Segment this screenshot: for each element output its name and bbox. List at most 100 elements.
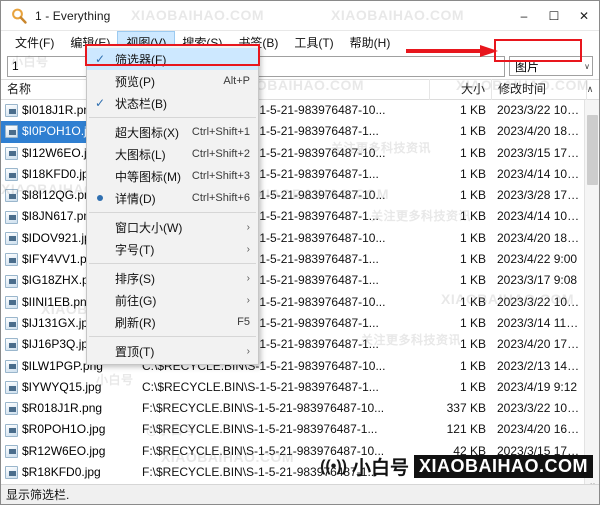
filter-combo-value: 图片: [515, 59, 540, 74]
view-dropdown-menu[interactable]: ✓ 筛选器(F) 预览(P) Alt+P ✓ 状态栏(B) 超大图标(X) Ctrl+Shif…: [86, 45, 259, 365]
cell-date: 2023/3/17 9:08: [497, 273, 578, 288]
menu-file[interactable]: 文件(F): [7, 32, 62, 53]
menu-option[interactable]: ✓ 状态栏(B): [87, 92, 258, 114]
menu-option[interactable]: ✓ 筛选器(F): [87, 48, 258, 70]
cell-path: C:\$RECYCLE.BIN\S-1-5-21-983976487-1...: [142, 379, 379, 394]
file-name-label: $I18KFD0.jpg: [22, 166, 96, 181]
cell-date: 2023/4/20 18:05: [497, 230, 584, 245]
menu-option[interactable]: 详情(D) Ctrl+Shift+6: [87, 187, 258, 209]
file-name-label: $R12W6EO.jpg: [22, 443, 106, 458]
file-icon: [5, 210, 18, 224]
menu-option-label: 排序(S): [115, 271, 155, 286]
close-button[interactable]: ✕: [569, 1, 599, 31]
file-icon: [5, 338, 18, 352]
table-row[interactable]: $R18KFD0.jpg F:\$RECYCLE.BIN\S-1-5-21-983…: [1, 462, 599, 483]
cell-date: 2023/4/14 10:16: [497, 465, 584, 480]
cell-name[interactable]: $IYWYQ15.jpg: [1, 377, 136, 398]
menu-tools[interactable]: 工具(T): [286, 32, 341, 53]
menu-option-shortcut: F5: [237, 316, 250, 328]
menu-option-label: 中等图标(M): [115, 169, 181, 184]
cell-path: F:\$RECYCLE.BIN\S-1-5-21-983976487-1...: [142, 465, 378, 480]
menu-separator: [89, 212, 256, 213]
table-row[interactable]: $R12W6EO.jpg F:\$RECYCLE.BIN\S-1-5-21-983…: [1, 441, 599, 462]
chevron-down-icon: ∨: [584, 61, 590, 71]
magnifier-icon: [7, 4, 31, 28]
cell-size: 1 KB: [459, 188, 486, 203]
column-header-date[interactable]: 修改时间: [492, 79, 587, 100]
menu-option[interactable]: 刷新(R) F5: [87, 311, 258, 333]
cell-path: F:\$RECYCLE.BIN\S-1-5-21-983976487-10...: [142, 401, 385, 416]
file-name-label: $R018J1R.png: [22, 401, 103, 416]
cell-date: 2023/4/20 16:32: [497, 422, 584, 437]
menu-option-shortcut: Ctrl+Shift+1: [191, 126, 250, 138]
file-name-label: $R0POH1O.jpg: [22, 422, 106, 437]
scroll-up-icon[interactable]: ∧: [584, 84, 596, 95]
menu-option[interactable]: 超大图标(X) Ctrl+Shift+1: [87, 121, 258, 143]
cell-name[interactable]: $R12W6EO.jpg: [1, 441, 136, 462]
file-name-label: $R18KFD0.jpg: [22, 465, 101, 480]
cell-size: 1 KB: [459, 315, 486, 330]
status-text: 显示筛选栏.: [6, 488, 70, 502]
cell-size: 1 KB: [459, 166, 486, 181]
menu-separator: [89, 117, 256, 118]
cell-date: 2023/3/15 17:39: [497, 145, 584, 160]
menu-option-shortcut: Ctrl+Shift+6: [191, 192, 250, 204]
table-row[interactable]: $IYWYQ15.jpg C:\$RECYCLE.BIN\S-1-5-21-983…: [1, 377, 599, 398]
title-bar: 1 - Everything – ☐ ✕: [1, 1, 599, 31]
cell-date: 2023/4/22 9:00: [497, 252, 578, 267]
menu-option-label: 前往(G): [115, 293, 157, 308]
filter-combo[interactable]: 图片 ∨: [509, 56, 593, 76]
menu-option[interactable]: 窗口大小(W) ›: [87, 216, 258, 238]
menu-option-label: 预览(P): [115, 74, 155, 89]
file-icon: [5, 146, 18, 160]
menu-option[interactable]: 中等图标(M) Ctrl+Shift+3: [87, 165, 258, 187]
menu-option[interactable]: 排序(S) ›: [87, 267, 258, 289]
cell-date: 2023/4/14 10:17: [497, 166, 584, 181]
chevron-right-icon: ›: [246, 272, 250, 284]
cell-name[interactable]: $R18KFD0.jpg: [1, 462, 136, 483]
scrollbar-thumb[interactable]: [587, 115, 598, 185]
vertical-scrollbar[interactable]: ∨: [584, 100, 599, 493]
file-icon: [5, 423, 18, 437]
file-icon: [5, 231, 18, 245]
cell-name[interactable]: $R018J1R.png: [1, 398, 136, 419]
menu-separator: [89, 336, 256, 337]
menu-option[interactable]: 置顶(T) ›: [87, 340, 258, 362]
menu-option-shortcut: Ctrl+Shift+3: [191, 170, 250, 182]
file-icon: [5, 104, 18, 118]
cell-size: 1 KB: [459, 209, 486, 224]
minimize-button[interactable]: –: [509, 1, 539, 31]
check-icon: ✓: [95, 52, 106, 66]
chevron-right-icon: ›: [246, 221, 250, 233]
file-icon: [5, 253, 18, 267]
table-row[interactable]: $R0POH1O.jpg F:\$RECYCLE.BIN\S-1-5-21-983…: [1, 419, 599, 440]
table-row[interactable]: $R018J1R.png F:\$RECYCLE.BIN\S-1-5-21-983…: [1, 398, 599, 419]
everything-window: 1 - Everything – ☐ ✕ 文件(F) 编辑(E) 视图(V) 搜…: [0, 0, 600, 505]
radio-dot-icon: [97, 195, 103, 201]
file-icon: [5, 402, 18, 416]
chevron-right-icon: ›: [246, 294, 250, 306]
cell-date: 2023/3/15 17:34: [497, 443, 584, 458]
file-icon: [5, 274, 18, 288]
menu-option[interactable]: 字号(T) ›: [87, 238, 258, 260]
cell-size: 121 KB: [446, 422, 486, 437]
cell-size: 42 KB: [453, 443, 486, 458]
cell-name[interactable]: $R0POH1O.jpg: [1, 419, 136, 440]
cell-date: 2023/3/22 10:26: [497, 294, 584, 309]
cell-size: 1 KB: [459, 103, 486, 117]
column-header-size[interactable]: 大小: [430, 79, 492, 100]
window-title: 1 - Everything: [35, 8, 111, 23]
check-icon: ✓: [95, 96, 106, 110]
menu-help[interactable]: 帮助(H): [342, 32, 399, 53]
maximize-button[interactable]: ☐: [539, 1, 569, 31]
menu-option-label: 超大图标(X): [115, 125, 179, 140]
file-icon: [5, 466, 18, 480]
menu-option[interactable]: 大图标(L) Ctrl+Shift+2: [87, 143, 258, 165]
cell-size: 1 KB: [459, 230, 486, 245]
menu-option-shortcut: Alt+P: [223, 75, 250, 87]
menu-option[interactable]: 预览(P) Alt+P: [87, 70, 258, 92]
menu-separator: [89, 263, 256, 264]
file-name-label: $IJ131GX.jpg: [22, 315, 95, 330]
menu-option[interactable]: 前往(G) ›: [87, 289, 258, 311]
cell-size: 1 KB: [459, 273, 486, 288]
